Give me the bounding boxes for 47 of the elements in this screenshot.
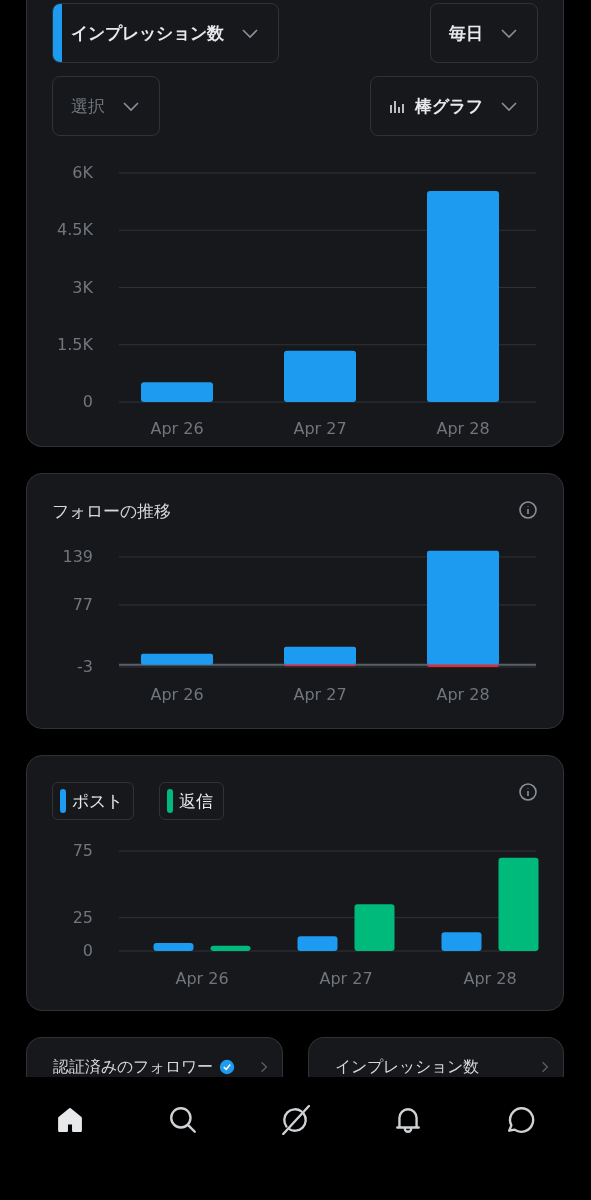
axis-label: 139 [62, 546, 93, 566]
chart-type-dropdown[interactable]: 棒グラフ [370, 76, 538, 136]
axis-label: Apr 26 [150, 419, 204, 438]
compare-dropdown[interactable]: 選択 [52, 76, 160, 136]
axis-label: Apr 26 [150, 685, 204, 704]
axis-label: -3 [77, 657, 93, 676]
bar [141, 382, 213, 402]
bar [153, 943, 194, 951]
chevron-right-icon [259, 1060, 268, 1074]
search-icon [167, 1105, 198, 1135]
bar [141, 653, 213, 665]
bar [441, 932, 482, 951]
metric-dropdown[interactable]: インプレッション数 [52, 3, 279, 63]
chevron-right-icon [541, 1060, 549, 1074]
axis-label: Apr 28 [436, 419, 490, 438]
card-title: フォローの推移 [52, 500, 171, 523]
period-dropdown[interactable]: 毎日 [430, 3, 538, 63]
legend-chip[interactable]: ポスト [52, 782, 134, 820]
axis-label: 3K [72, 277, 93, 297]
bar-chart-icon [389, 99, 405, 113]
axis-label: Apr 27 [293, 685, 347, 704]
summary-card[interactable]: 認証済みのフォロワー [26, 1037, 283, 1077]
axis-label: 6K [72, 163, 93, 182]
axis-label: 0 [82, 392, 93, 411]
axis-label: Apr 28 [436, 685, 490, 704]
axis-label: Apr 27 [319, 969, 373, 988]
bar [354, 904, 395, 951]
bar [210, 945, 251, 951]
info-icon[interactable] [518, 782, 538, 802]
axis-label: 0 [82, 941, 93, 960]
axis-label: 77 [72, 595, 93, 614]
axis-label: Apr 28 [463, 969, 517, 988]
axis-label: Apr 26 [175, 969, 229, 988]
legend-chip[interactable]: 返信 [159, 782, 224, 820]
chat-bubble-icon [505, 1105, 536, 1135]
axis-label: Apr 27 [293, 419, 347, 438]
bar [297, 936, 338, 951]
axis-label: 4.5K [57, 220, 93, 240]
slashed-circle-icon [280, 1105, 311, 1135]
card-title: インプレッション数 [334, 1057, 479, 1077]
card-title: 認証済みのフォロワー [53, 1057, 213, 1077]
info-icon[interactable] [518, 500, 538, 520]
summary-card[interactable]: インプレッション数 [307, 1037, 564, 1077]
axis-label: 75 [72, 841, 93, 860]
axis-label: 25 [72, 907, 93, 927]
bar [284, 350, 356, 402]
axis-label: 1.5K [57, 334, 93, 354]
